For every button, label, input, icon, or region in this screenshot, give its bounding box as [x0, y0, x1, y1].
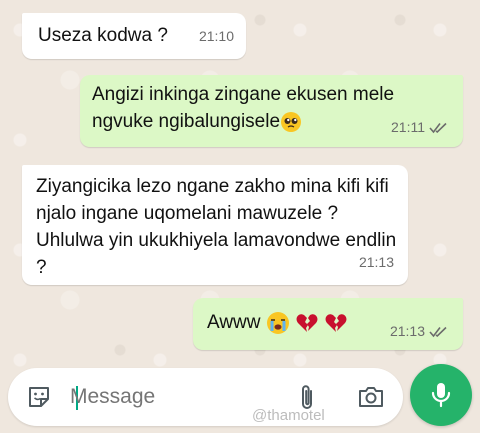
message-time: 21:11	[391, 119, 425, 135]
message-text: Ziyangicika lezo ngane zakho mina kifi k…	[36, 176, 397, 278]
message-text: Useza kodwa ?	[38, 25, 168, 46]
sticker-icon[interactable]	[26, 384, 52, 410]
message-time-wrap: 21:13	[390, 318, 449, 345]
pleading-face-emoji-icon	[281, 111, 302, 132]
message-list[interactable]: Useza kodwa ? 21:10 Angizi inkinga zinga…	[0, 0, 480, 360]
message-input[interactable]	[70, 382, 280, 412]
message-time: 21:13	[389, 323, 425, 339]
message-time: 21:13	[358, 254, 394, 270]
message-bubble-incoming[interactable]: Useza kodwa ? 21:10	[22, 13, 246, 59]
message-bubble-outgoing[interactable]: Awww 21:13	[193, 298, 463, 350]
message-text-wrap: Awww	[207, 309, 348, 336]
double-check-icon	[429, 327, 447, 338]
broken-heart-emoji-icon	[325, 314, 347, 332]
broken-heart-emoji-icon	[296, 314, 318, 332]
camera-icon[interactable]	[357, 384, 385, 410]
message-bubble-incoming[interactable]: Ziyangicika lezo ngane zakho mina kifi k…	[22, 165, 408, 285]
message-time-wrap: 21:11	[391, 114, 449, 141]
double-check-icon	[429, 123, 447, 134]
message-composer	[8, 368, 403, 426]
watermark: @thamotel	[252, 407, 325, 424]
message-bubble-outgoing[interactable]: Angizi inkinga zingane ekusen mele ngvuk…	[80, 75, 463, 147]
message-time: 21:10	[198, 28, 234, 44]
message-text: Angizi inkinga zingane ekusen mele ngvuk…	[92, 84, 395, 132]
message-text: Awww	[207, 312, 261, 333]
mic-button[interactable]	[410, 364, 472, 426]
crying-face-emoji-icon	[266, 311, 289, 334]
mic-icon	[431, 383, 451, 408]
